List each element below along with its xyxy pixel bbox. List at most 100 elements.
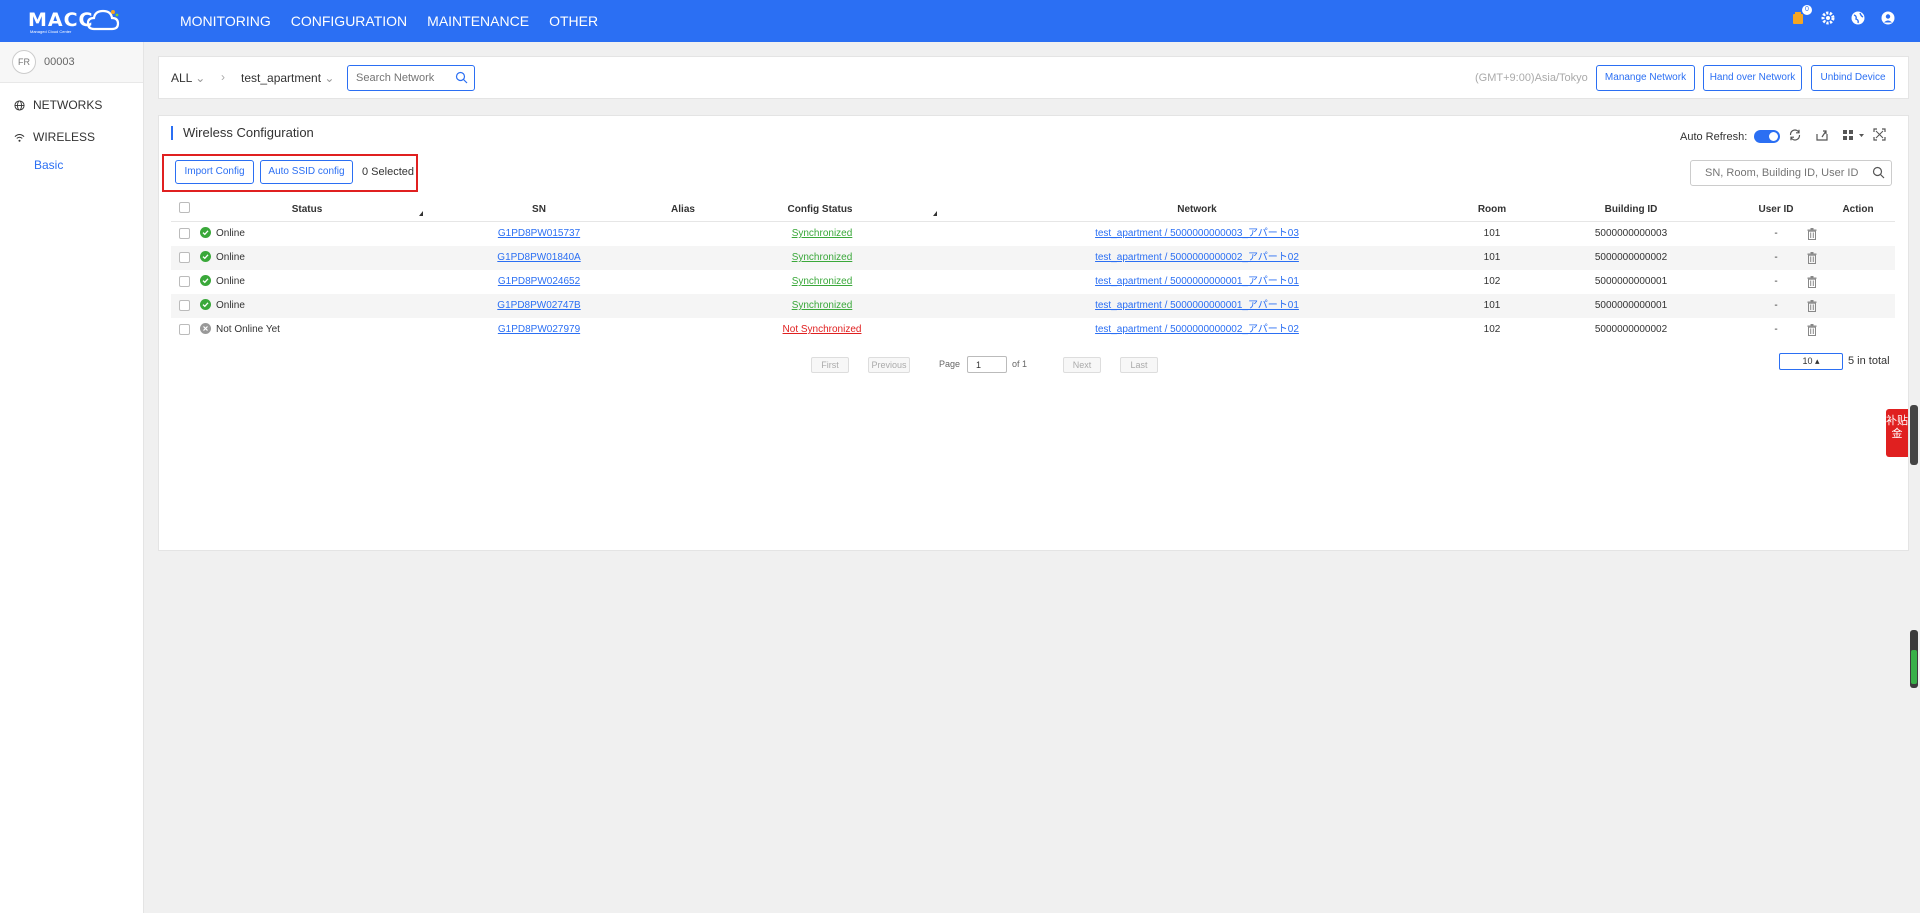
sidebar-item-label: WIRELESS: [33, 130, 96, 144]
float-handle[interactable]: [1910, 405, 1918, 465]
network-search-input[interactable]: [348, 66, 448, 90]
language-globe-icon[interactable]: [1850, 10, 1866, 26]
row-checkbox[interactable]: [179, 300, 190, 311]
room-cell: 101: [1483, 252, 1501, 263]
col-building-id: Building ID: [1604, 204, 1658, 215]
sn-link[interactable]: G1PD8PW01840A: [497, 246, 580, 270]
fullscreen-icon[interactable]: [1873, 128, 1886, 141]
network-link[interactable]: test_apartment / 5000000000003_アパート03: [1095, 222, 1299, 246]
network-link[interactable]: test_apartment / 5000000000001_アパート01: [1095, 294, 1299, 318]
user-id-cell: -: [1774, 300, 1778, 311]
sort-icon[interactable]: [933, 211, 937, 216]
auto-refresh-label: Auto Refresh:: [1680, 131, 1748, 143]
trash-icon[interactable]: [1807, 300, 1817, 312]
previous-page-button[interactable]: Previous: [868, 357, 910, 373]
chevron-down-icon: ⌄: [324, 71, 335, 85]
trash-icon[interactable]: [1807, 324, 1817, 336]
auto-refresh-toggle[interactable]: [1754, 130, 1780, 143]
macc-logo[interactable]: MACC Managed Cloud Center: [28, 7, 120, 35]
network-link[interactable]: test_apartment / 5000000000002_アパート02: [1095, 318, 1299, 342]
room-cell: 101: [1483, 300, 1501, 311]
nav-configuration[interactable]: CONFIGURATION: [281, 0, 417, 42]
sn-link[interactable]: G1PD8PW02747B: [497, 294, 580, 318]
scope-selector[interactable]: ALL ⌄: [171, 71, 205, 85]
row-checkbox[interactable]: [179, 276, 190, 287]
trash-icon[interactable]: [1807, 228, 1817, 240]
online-check-icon: [200, 251, 211, 262]
manage-network-button[interactable]: Manange Network: [1596, 65, 1695, 91]
user-id-cell: -: [1774, 324, 1778, 335]
page-title: Wireless Configuration: [171, 126, 314, 140]
network-filter-bar: ALL ⌄ › test_apartment ⌄ (GMT+9:00)Asia/…: [158, 56, 1909, 99]
config-status-link[interactable]: Not Synchronized: [783, 318, 862, 342]
account-switcher[interactable]: FR 00003: [0, 42, 143, 83]
refresh-icon[interactable]: [1788, 128, 1802, 142]
page-of-label: of 1: [1012, 359, 1028, 369]
config-status-link[interactable]: Synchronized: [792, 222, 853, 246]
room-cell: 101: [1483, 228, 1501, 239]
config-status-link[interactable]: Synchronized: [792, 294, 853, 318]
page-number-input[interactable]: [967, 356, 1007, 373]
unbind-device-button[interactable]: Unbind Device: [1811, 65, 1895, 91]
nav-maintenance[interactable]: MAINTENANCE: [417, 0, 539, 42]
table-row: Online G1PD8PW02747B Synchronized test_apar…: [171, 294, 1895, 318]
export-icon[interactable]: [1815, 128, 1829, 142]
online-check-icon: [200, 227, 211, 238]
last-page-button[interactable]: Last: [1120, 357, 1158, 373]
auto-ssid-config-button[interactable]: Auto SSID config: [260, 160, 353, 184]
search-icon[interactable]: [455, 71, 468, 84]
sidebar-subitem-basic[interactable]: Basic: [0, 153, 143, 177]
total-count: 5 in total: [1848, 355, 1890, 367]
sn-link[interactable]: G1PD8PW024652: [498, 270, 580, 294]
network-link[interactable]: test_apartment / 5000000000002_アパート02: [1095, 246, 1299, 270]
sn-link[interactable]: G1PD8PW027979: [498, 318, 580, 342]
network-link[interactable]: test_apartment / 5000000000001_アパート01: [1095, 270, 1299, 294]
sort-icon[interactable]: [419, 211, 423, 216]
offline-x-icon: [200, 323, 211, 334]
import-config-button[interactable]: Import Config: [175, 160, 254, 184]
trash-icon[interactable]: [1807, 276, 1817, 288]
config-status-link[interactable]: Synchronized: [792, 270, 853, 294]
table-body: Online G1PD8PW015737 Synchronized test_apar…: [171, 222, 1895, 342]
config-status-link[interactable]: Synchronized: [792, 246, 853, 270]
status-cell: Online: [200, 270, 245, 294]
column-settings-icon[interactable]: [1842, 128, 1866, 142]
status-text: Online: [216, 252, 245, 263]
device-table: Status SN Alias Config Status Network Ro…: [171, 198, 1895, 342]
first-page-button[interactable]: First: [811, 357, 849, 373]
row-checkbox[interactable]: [179, 324, 190, 335]
status-cell: Online: [200, 222, 245, 246]
network-label: test_apartment: [241, 71, 322, 85]
nav-other[interactable]: OTHER: [539, 0, 608, 42]
hand-over-network-button[interactable]: Hand over Network: [1703, 65, 1802, 91]
search-icon[interactable]: [1872, 166, 1885, 179]
col-network: Network: [1177, 204, 1217, 215]
building-id-cell: 5000000000001: [1594, 276, 1668, 287]
trash-icon[interactable]: [1807, 252, 1817, 264]
row-checkbox[interactable]: [179, 228, 190, 239]
device-search-box: [1690, 160, 1892, 186]
top-nav: MONITORING CONFIGURATION MAINTENANCE OTH…: [170, 0, 608, 42]
user-id-cell: -: [1774, 228, 1778, 239]
notification-icon[interactable]: 0: [1790, 5, 1812, 26]
scroll-widget[interactable]: [1910, 630, 1918, 688]
gear-icon[interactable]: [1820, 10, 1836, 26]
wireless-config-card: Wireless Configuration Auto Refresh: Imp…: [158, 115, 1909, 551]
select-all-checkbox[interactable]: [179, 202, 190, 213]
sidebar-item-wireless[interactable]: WIRELESS: [0, 121, 143, 153]
col-status[interactable]: Status: [292, 198, 323, 222]
subsidy-float-tab[interactable]: 补贴金: [1886, 409, 1908, 457]
page-size-select[interactable]: 10 ▴: [1779, 353, 1843, 370]
network-selector[interactable]: test_apartment ⌄: [241, 71, 334, 85]
user-icon[interactable]: [1880, 10, 1896, 26]
device-search-input[interactable]: [1691, 161, 1867, 185]
col-config-status[interactable]: Config Status: [788, 198, 853, 222]
row-checkbox[interactable]: [179, 252, 190, 263]
next-page-button[interactable]: Next: [1063, 357, 1101, 373]
col-room: Room: [1477, 204, 1507, 215]
room-cell: 102: [1483, 324, 1501, 335]
sidebar-item-networks[interactable]: NETWORKS: [0, 89, 143, 121]
sn-link[interactable]: G1PD8PW015737: [498, 222, 580, 246]
nav-monitoring[interactable]: MONITORING: [170, 0, 281, 42]
status-text: Online: [216, 228, 245, 239]
